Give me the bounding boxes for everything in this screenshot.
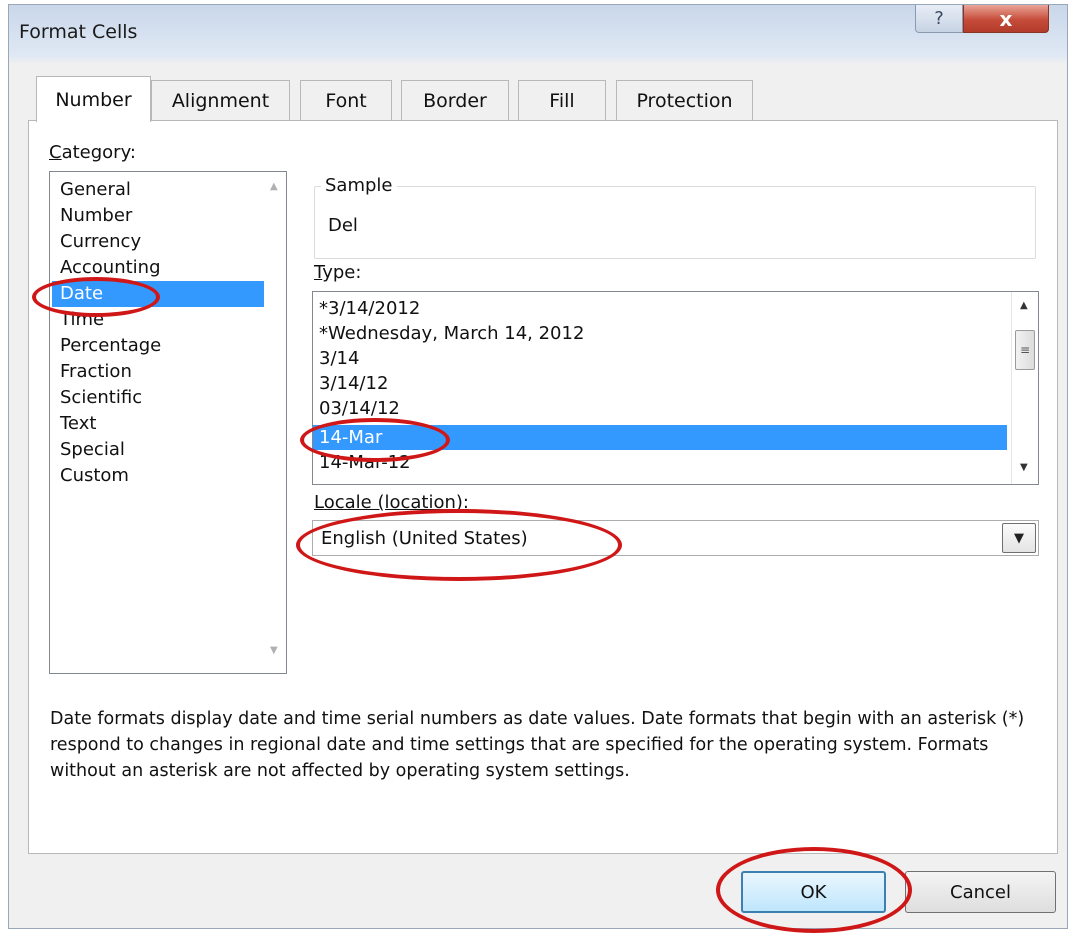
type-listbox[interactable]: *3/14/2012 *Wednesday, March 14, 2012 3/… xyxy=(312,291,1039,485)
category-label-rest: ategory: xyxy=(61,142,136,163)
tab-fill[interactable]: Fill xyxy=(518,80,606,120)
type-item[interactable]: 14-Mar-12 xyxy=(319,450,411,475)
tab-font-label: Font xyxy=(325,89,367,112)
tab-number-label: Number xyxy=(55,88,132,111)
locale-label-mnemonic: L xyxy=(314,492,324,513)
type-item-selected[interactable]: 14-Mar xyxy=(313,425,1007,450)
cancel-button-label: Cancel xyxy=(950,881,1011,903)
dialog-title: Format Cells xyxy=(19,21,138,43)
category-item-currency[interactable]: Currency xyxy=(60,229,141,255)
locale-label-rest: ocale (location): xyxy=(323,492,469,513)
type-item[interactable]: 3/14/12 xyxy=(319,371,388,396)
ok-button-label: OK xyxy=(800,881,827,903)
type-label: Type: xyxy=(314,262,361,283)
scroll-up-icon[interactable]: ▲ xyxy=(270,181,278,192)
help-button[interactable]: ? xyxy=(915,5,963,33)
scroll-up-icon[interactable]: ▲ xyxy=(1020,300,1028,311)
chevron-down-icon: ▼ xyxy=(1014,530,1024,546)
tab-alignment[interactable]: Alignment xyxy=(151,80,290,120)
sample-group xyxy=(314,186,1036,259)
help-icon: ? xyxy=(934,8,944,29)
locale-dropdown-button[interactable]: ▼ xyxy=(1002,523,1036,553)
category-item-accounting[interactable]: Accounting xyxy=(60,255,161,281)
category-listbox[interactable]: General Number Currency Accounting Date … xyxy=(49,171,287,674)
category-item-custom[interactable]: Custom xyxy=(60,463,129,489)
type-item[interactable]: 3/14 xyxy=(319,346,359,371)
category-item-general[interactable]: General xyxy=(60,177,131,203)
scroll-down-icon[interactable]: ▼ xyxy=(1020,462,1028,473)
cancel-button[interactable]: Cancel xyxy=(905,871,1056,913)
close-icon: x xyxy=(999,6,1013,31)
tab-border-label: Border xyxy=(423,89,487,112)
tab-protection-label: Protection xyxy=(636,89,733,112)
category-scrollbar[interactable]: ▲ ▼ xyxy=(264,173,286,673)
category-item-scientific[interactable]: Scientific xyxy=(60,385,142,411)
tab-fill-label: Fill xyxy=(549,89,575,112)
category-item-date[interactable]: Date xyxy=(52,281,267,307)
type-label-mnemonic: T xyxy=(314,262,323,283)
scroll-down-icon[interactable]: ▼ xyxy=(270,645,278,656)
scroll-thumb[interactable]: ≡ xyxy=(1015,330,1035,370)
sample-label: Sample xyxy=(321,175,397,196)
category-item-special[interactable]: Special xyxy=(60,437,125,463)
locale-select[interactable]: English (United States) ▼ xyxy=(312,520,1039,556)
category-label-mnemonic: C xyxy=(49,142,62,163)
category-label: Category: xyxy=(49,142,136,163)
ok-button[interactable]: OK xyxy=(741,871,886,913)
tab-number[interactable]: Number xyxy=(36,76,151,122)
tab-alignment-label: Alignment xyxy=(171,89,270,112)
type-item[interactable]: *3/14/2012 xyxy=(319,296,420,321)
sample-value: Del xyxy=(328,215,358,236)
category-item-percentage[interactable]: Percentage xyxy=(60,333,161,359)
category-description: Date formats display date and time seria… xyxy=(50,709,1025,781)
tab-border[interactable]: Border xyxy=(401,80,509,120)
close-button[interactable]: x xyxy=(963,5,1049,33)
locale-label: Locale (location): xyxy=(314,492,469,513)
category-item-fraction[interactable]: Fraction xyxy=(60,359,132,385)
category-item-text[interactable]: Text xyxy=(60,411,96,437)
title-bar: Format Cells ? x xyxy=(9,5,1067,63)
type-item[interactable]: 03/14/12 xyxy=(319,396,400,418)
type-label-rest: ype: xyxy=(322,262,362,283)
category-item-number[interactable]: Number xyxy=(60,203,132,229)
locale-value: English (United States) xyxy=(321,528,528,549)
type-item[interactable]: *Wednesday, March 14, 2012 xyxy=(319,321,584,346)
type-scrollbar[interactable]: ▲ ≡ ▼ xyxy=(1011,292,1038,484)
category-item-time[interactable]: Time xyxy=(60,307,104,333)
tab-protection[interactable]: Protection xyxy=(616,80,753,120)
tab-font[interactable]: Font xyxy=(300,80,392,120)
